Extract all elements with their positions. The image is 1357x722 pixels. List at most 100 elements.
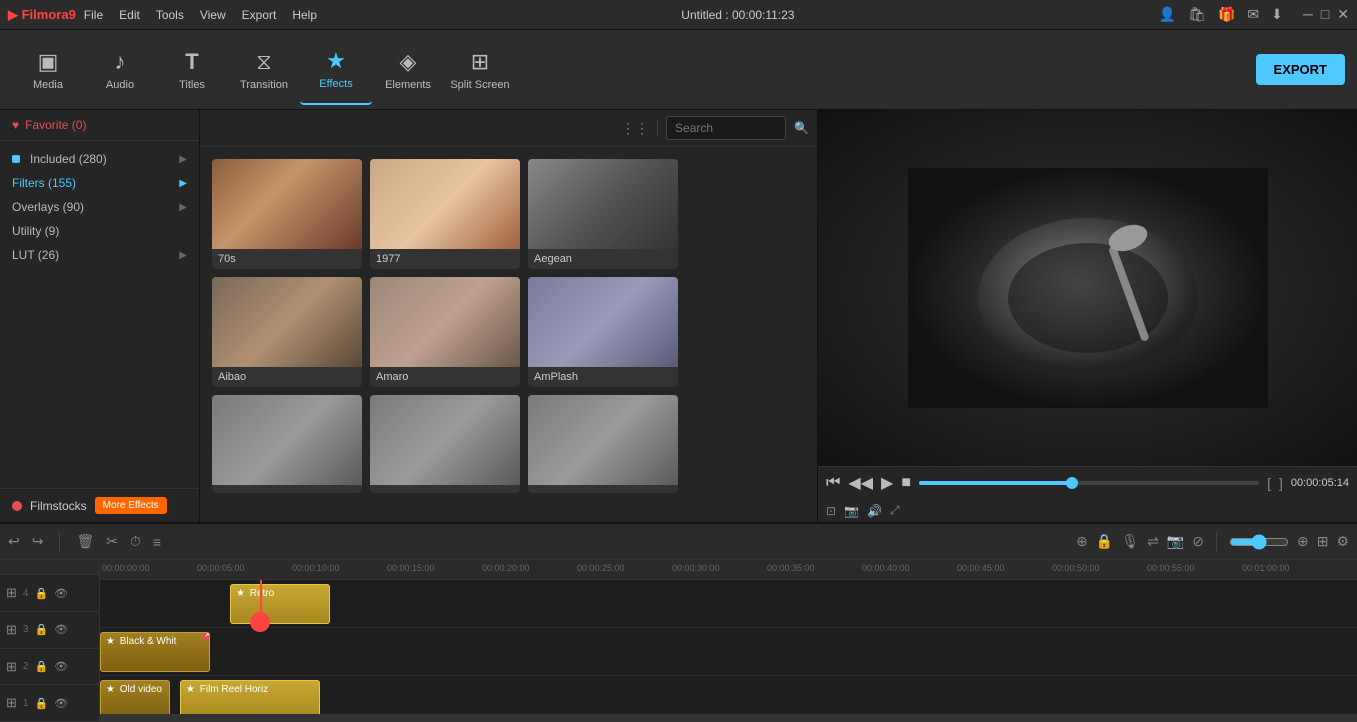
toolbar-effects[interactable]: ★ Effects xyxy=(300,35,372,105)
menu-view[interactable]: View xyxy=(200,8,226,22)
add-track-button[interactable]: ⊕ xyxy=(1076,533,1088,550)
preview-volume-icon[interactable]: 🔊 xyxy=(867,504,882,518)
clip-retro[interactable]: ★ Retro xyxy=(230,584,330,624)
grid-layout-icon[interactable]: ⋮⋮ xyxy=(621,120,649,137)
speed-button[interactable]: ⏱ xyxy=(130,533,141,550)
menu-file[interactable]: File xyxy=(84,8,103,22)
track-3-lock-icon[interactable]: 🔒 xyxy=(34,623,48,636)
effect-card-partial3[interactable] xyxy=(528,395,678,493)
zoom-in-button[interactable]: ⊕ xyxy=(1297,533,1309,550)
clip-filmreel[interactable]: ★ Film Reel Horiz xyxy=(180,680,320,714)
delete-button[interactable]: 🗑 xyxy=(76,533,94,550)
menu-help[interactable]: Help xyxy=(292,8,317,22)
clip-star-icon-2b: ★ xyxy=(186,684,195,695)
effect-card-partial2[interactable] xyxy=(370,395,520,493)
effect-card-aegean[interactable]: Aegean xyxy=(528,159,678,269)
snapshot-button[interactable]: 📷 xyxy=(1167,533,1184,550)
crop-button[interactable]: ≡ xyxy=(153,534,161,550)
track-row-2: ★ Old video ★ Film Reel Horiz xyxy=(100,676,1357,714)
favorites-bar[interactable]: ♥ Favorite (0) xyxy=(0,110,199,141)
preview-expand-icon[interactable]: ⤢ xyxy=(890,503,900,518)
preview-snapshot-icon[interactable]: 📷 xyxy=(844,504,859,518)
ts-10: 00:00:10:00 xyxy=(292,563,340,573)
zoom-slider[interactable] xyxy=(1229,534,1289,550)
track-1-lock-icon[interactable]: 🔒 xyxy=(34,697,48,710)
effect-thumb-partial2 xyxy=(370,395,520,485)
track-4-lock-icon[interactable]: 🔒 xyxy=(34,587,48,600)
category-overlays[interactable]: Overlays (90) ▶ xyxy=(0,195,199,219)
maximize-button[interactable]: □ xyxy=(1321,6,1329,23)
effect-card-amaro[interactable]: Amaro xyxy=(370,277,520,387)
track-header-3: ⊞ 3 🔒 👁 xyxy=(0,612,99,649)
step-back-button[interactable]: ◀◀ xyxy=(848,473,873,493)
undo-button[interactable]: ↩ xyxy=(8,533,20,550)
search-icon[interactable]: 🔍 xyxy=(794,121,809,135)
rewind-button[interactable]: ⏮ xyxy=(826,474,840,492)
effect-card-amplash[interactable]: AmPlash xyxy=(528,277,678,387)
track-3-eye-icon[interactable]: 👁 xyxy=(54,623,68,636)
toolbar: ▣ Media ♪ Audio T Titles ⧖ Transition ★ … xyxy=(0,30,1357,110)
horizontal-scrollbar[interactable] xyxy=(100,714,1357,722)
menu-edit[interactable]: Edit xyxy=(119,8,140,22)
effect-card-aibao[interactable]: Aibao xyxy=(212,277,362,387)
category-filters[interactable]: Filters (155) ▶ xyxy=(0,171,199,195)
toolbar-transition[interactable]: ⧖ Transition xyxy=(228,35,300,105)
settings-button[interactable]: ⚙ xyxy=(1336,533,1349,550)
toolbar-media[interactable]: ▣ Media xyxy=(12,35,84,105)
progress-handle[interactable] xyxy=(1066,477,1078,489)
effect-thumb-aibao xyxy=(212,277,362,367)
stop-button[interactable]: ■ xyxy=(901,474,911,492)
clip-oldvideo[interactable]: ★ Old video xyxy=(100,680,170,714)
category-utility[interactable]: Utility (9) xyxy=(0,219,199,243)
export-button[interactable]: EXPORT xyxy=(1256,54,1345,85)
progress-bar[interactable] xyxy=(919,481,1259,485)
tracks-content: ★ Retro ★ Black & Whit ✕ xyxy=(100,580,1357,714)
titlebar-right: 👤 🛍 🎁 ✉ ⬇ ─ □ ✕ xyxy=(1159,6,1349,23)
effect-label-aibao: Aibao xyxy=(212,367,362,387)
store-icon[interactable]: 🛍 xyxy=(1188,6,1206,23)
mute-button[interactable]: ⊘ xyxy=(1192,533,1204,550)
redo-button[interactable]: ↪ xyxy=(32,533,44,550)
preview-fullscreen-icon[interactable]: ⊡ xyxy=(826,504,836,518)
track-4-eye-icon[interactable]: 👁 xyxy=(54,587,68,600)
titlebar: ▶ Filmora9 File Edit Tools View Export H… xyxy=(0,0,1357,30)
window-controls: ─ □ ✕ xyxy=(1303,6,1349,23)
titles-icon: T xyxy=(185,49,198,75)
track-4-grid-icon: ⊞ xyxy=(6,585,17,601)
user-icon[interactable]: 👤 xyxy=(1159,6,1176,23)
drag-handle[interactable] xyxy=(250,612,270,632)
download-icon[interactable]: ⬇ xyxy=(1271,6,1283,23)
toolbar-elements[interactable]: ◈ Elements xyxy=(372,35,444,105)
toolbar-titles[interactable]: T Titles xyxy=(156,35,228,105)
close-button[interactable]: ✕ xyxy=(1337,6,1349,23)
search-input[interactable] xyxy=(666,116,786,140)
menu-tools[interactable]: Tools xyxy=(156,8,184,22)
layout-button[interactable]: ⊞ xyxy=(1317,533,1329,550)
remove-clip-icon[interactable]: ✕ xyxy=(201,632,210,641)
effect-thumb-70s xyxy=(212,159,362,249)
toolbar-splitscreen[interactable]: ⊞ Split Screen xyxy=(444,35,516,105)
bracket-start-icon: [ xyxy=(1267,475,1271,491)
mail-icon[interactable]: ✉ xyxy=(1247,6,1259,23)
effect-card-1977[interactable]: 1977 xyxy=(370,159,520,269)
lock-button[interactable]: 🔒 xyxy=(1096,533,1113,550)
track-2-eye-icon[interactable]: 👁 xyxy=(54,660,68,673)
clip-blackwhite[interactable]: ★ Black & Whit ✕ xyxy=(100,632,210,672)
chevron-right-icon: ▶ xyxy=(179,154,187,165)
play-button[interactable]: ▶ xyxy=(881,473,893,493)
track-1-eye-icon[interactable]: 👁 xyxy=(54,697,68,710)
category-lut[interactable]: LUT (26) ▶ xyxy=(0,243,199,267)
category-included[interactable]: Included (280) ▶ xyxy=(0,147,199,171)
effect-card-70s[interactable]: 70s xyxy=(212,159,362,269)
gift-icon[interactable]: 🎁 xyxy=(1218,6,1235,23)
swap-button[interactable]: ⇌ xyxy=(1147,533,1159,550)
effect-card-partial1[interactable] xyxy=(212,395,362,493)
minimize-button[interactable]: ─ xyxy=(1303,6,1313,23)
cut-button[interactable]: ✂ xyxy=(106,533,118,550)
track-2-lock-icon[interactable]: 🔒 xyxy=(34,660,48,673)
transition-icon: ⧖ xyxy=(256,49,271,75)
more-effects-button[interactable]: More Effects xyxy=(95,497,167,514)
toolbar-audio[interactable]: ♪ Audio xyxy=(84,35,156,105)
mic-button[interactable]: 🎙 xyxy=(1121,533,1139,550)
menu-export[interactable]: Export xyxy=(242,8,277,22)
